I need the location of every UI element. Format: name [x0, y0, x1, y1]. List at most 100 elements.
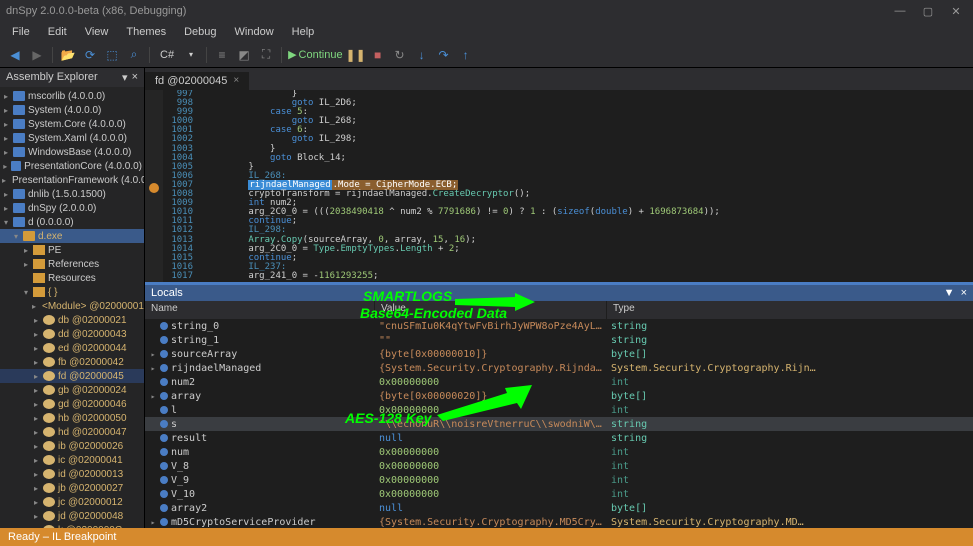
expand-icon[interactable]: ▸: [32, 316, 40, 325]
code-line[interactable]: cryptoTransform = rijndaelManaged.Create…: [205, 190, 973, 199]
tree-node[interactable]: ▾d (0.0.0.0): [0, 215, 144, 229]
code-line[interactable]: }: [205, 163, 973, 172]
code-line[interactable]: continue;: [205, 217, 973, 226]
expand-icon[interactable]: ▾: [2, 218, 10, 227]
code-line[interactable]: goto IL_298;: [205, 135, 973, 144]
expand-icon[interactable]: ▸: [32, 470, 40, 479]
expand-icon[interactable]: ▸: [32, 512, 40, 521]
local-row[interactable]: ▸rijndaelManaged{System.Security.Cryptog…: [145, 361, 973, 375]
code-line[interactable]: arg_241_0 = -1161293255;: [205, 272, 973, 281]
tree-node[interactable]: ▸System.Core (4.0.0.0): [0, 117, 144, 131]
local-row[interactable]: l0x00000000int: [145, 403, 973, 417]
tree-node[interactable]: ▸System (4.0.0.0): [0, 103, 144, 117]
step-out-icon[interactable]: ↑: [457, 46, 475, 64]
tree-node[interactable]: ▸PresentationCore (4.0.0.0): [0, 159, 144, 173]
tree-node[interactable]: ▸ed @02000044: [0, 341, 144, 355]
code-lines[interactable]: } goto IL_2D6; case 5: goto IL_268; case…: [199, 90, 973, 282]
local-row[interactable]: num20x00000000int: [145, 375, 973, 389]
local-row[interactable]: array2nullbyte[]: [145, 501, 973, 515]
tree-node[interactable]: ▸jd @02000048: [0, 509, 144, 523]
tree-node[interactable]: ▸db @02000021: [0, 313, 144, 327]
local-row[interactable]: resultnullstring: [145, 431, 973, 445]
expand-icon[interactable]: ▸: [32, 372, 40, 381]
breakpoint-gutter[interactable]: [145, 90, 163, 282]
tree-node[interactable]: ▸References: [0, 257, 144, 271]
locals-collapse-icon[interactable]: ▼: [944, 287, 955, 299]
continue-button[interactable]: ▶ Continue: [288, 48, 343, 61]
minimize-icon[interactable]: —: [889, 5, 911, 18]
expand-icon[interactable]: ▸: [32, 344, 40, 353]
local-row[interactable]: V_100x00000000int: [145, 487, 973, 501]
tree-node[interactable]: ▸System.Xaml (4.0.0.0): [0, 131, 144, 145]
expand-icon[interactable]: ▸: [2, 190, 10, 199]
tree-node[interactable]: ▸WindowsBase (4.0.0.0): [0, 145, 144, 159]
menu-window[interactable]: Window: [227, 24, 282, 40]
code-line[interactable]: continue;: [205, 254, 973, 263]
local-row[interactable]: s"\\ecnOnuR\\noisreVtnerruC\\swodniW\\tf…: [145, 417, 973, 431]
expand-icon[interactable]: ▸: [32, 302, 36, 311]
expand-icon[interactable]: ▸: [32, 442, 40, 451]
restart-icon[interactable]: ↻: [391, 46, 409, 64]
menu-view[interactable]: View: [77, 24, 117, 40]
expand-icon[interactable]: ▸: [32, 400, 40, 409]
tree-node[interactable]: ▸gd @02000046: [0, 397, 144, 411]
menu-edit[interactable]: Edit: [40, 24, 75, 40]
step-into-icon[interactable]: ↓: [413, 46, 431, 64]
local-row[interactable]: string_1""string: [145, 333, 973, 347]
fullscreen-icon[interactable]: ⛶: [257, 46, 275, 64]
maximize-icon[interactable]: ▢: [917, 5, 939, 18]
highlight-icon[interactable]: ◩: [235, 46, 253, 64]
expand-icon[interactable]: ▸: [32, 330, 40, 339]
nav-back-icon[interactable]: ◀: [6, 46, 24, 64]
stack-icon[interactable]: ⬚: [103, 46, 121, 64]
expand-icon[interactable]: ▸: [32, 386, 40, 395]
code-line[interactable]: arg_2C0_0 = (((2038490418 ^ num2 % 77916…: [205, 208, 973, 217]
local-row[interactable]: ▸array{byte[0x00000020]}byte[]: [145, 389, 973, 403]
code-line[interactable]: goto IL_2D6;: [205, 99, 973, 108]
panel-pin-icon[interactable]: ▾×: [122, 71, 138, 84]
local-row[interactable]: num0x00000000int: [145, 445, 973, 459]
tree-node[interactable]: ▸fb @02000042: [0, 355, 144, 369]
tree-node[interactable]: ▸jc @02000012: [0, 495, 144, 509]
code-line[interactable]: arg_2C0_0 = Type.EmptyTypes.Length + 2;: [205, 245, 973, 254]
expand-icon[interactable]: ▸: [2, 120, 10, 129]
tree-node[interactable]: ▸dnSpy (2.0.0.0): [0, 201, 144, 215]
col-value[interactable]: Value: [375, 301, 607, 319]
local-row[interactable]: ▸sourceArray{byte[0x00000010]}byte[]: [145, 347, 973, 361]
code-line[interactable]: goto Block_14;: [205, 154, 973, 163]
expand-icon[interactable]: ▸: [22, 246, 30, 255]
tree-node[interactable]: ▸id @02000013: [0, 467, 144, 481]
tree-node[interactable]: ▸gb @02000024: [0, 383, 144, 397]
col-type[interactable]: Type: [607, 301, 973, 319]
local-row[interactable]: V_80x00000000int: [145, 459, 973, 473]
expand-icon[interactable]: ▸: [32, 456, 40, 465]
tree-node[interactable]: Resources: [0, 271, 144, 285]
expand-icon[interactable]: ▸: [2, 204, 10, 213]
local-row[interactable]: V_90x00000000int: [145, 473, 973, 487]
tree-node[interactable]: ▸<Module> @02000001: [0, 299, 144, 313]
tree-node[interactable]: ▸hd @02000047: [0, 425, 144, 439]
menu-file[interactable]: File: [4, 24, 38, 40]
tree-node[interactable]: ▾{ }: [0, 285, 144, 299]
menu-themes[interactable]: Themes: [118, 24, 174, 40]
tree-node[interactable]: ▸PresentationFramework (4.0.0.0): [0, 173, 144, 187]
expand-icon[interactable]: ▸: [2, 162, 8, 171]
expand-icon[interactable]: ▸: [149, 364, 157, 373]
tree-node[interactable]: ▾d.exe: [0, 229, 144, 243]
local-row[interactable]: ▸mD5CryptoServiceProvider{System.Securit…: [145, 515, 973, 528]
tree-node[interactable]: ▸hb @02000050: [0, 411, 144, 425]
tree-node[interactable]: ▸k @0200000C: [0, 523, 144, 528]
tab-fd[interactable]: fd @02000045 ×: [145, 72, 249, 90]
expand-icon[interactable]: ▸: [2, 106, 10, 115]
expand-icon[interactable]: ▸: [32, 358, 40, 367]
expand-icon[interactable]: ▸: [32, 484, 40, 493]
menu-debug[interactable]: Debug: [176, 24, 224, 40]
expand-icon[interactable]: ▸: [32, 526, 40, 529]
tree-node[interactable]: ▸PE: [0, 243, 144, 257]
tree-node[interactable]: ▸dnlib (1.5.0.1500): [0, 187, 144, 201]
expand-icon[interactable]: ▸: [149, 392, 157, 401]
expand-icon[interactable]: ▸: [32, 428, 40, 437]
tree-node[interactable]: ▸ic @02000041: [0, 453, 144, 467]
tab-close-icon[interactable]: ×: [233, 75, 239, 87]
menu-help[interactable]: Help: [284, 24, 323, 40]
